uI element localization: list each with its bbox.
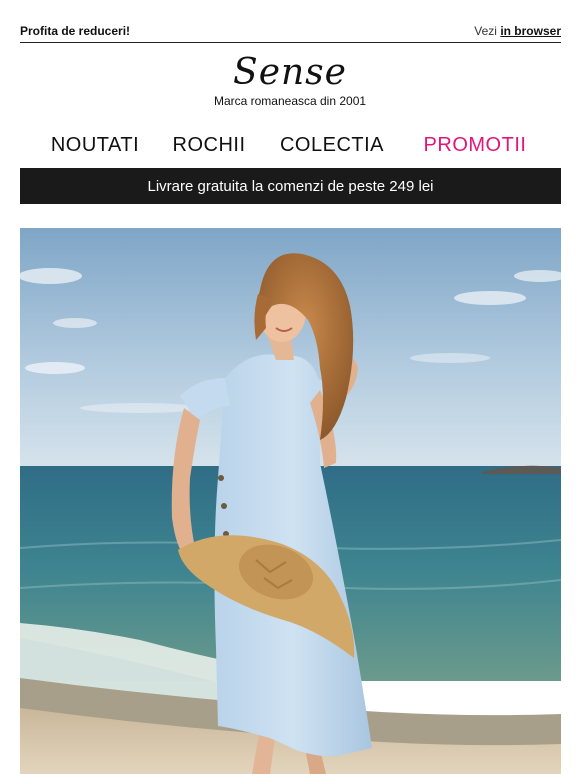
brand-header: Sense Marca romaneasca din 2001 bbox=[0, 52, 580, 108]
view-in-browser-link[interactable]: in browser bbox=[500, 24, 561, 38]
brand-tagline: Marca romaneasca din 2001 bbox=[213, 94, 367, 108]
nav-item-noutati[interactable]: NOUTATI bbox=[51, 133, 139, 157]
hero-beach-illustration bbox=[20, 228, 561, 774]
main-navigation: NOUTATI ROCHII COLECTIA PROMOTII bbox=[20, 133, 561, 159]
view-in-browser-prefix: Vezi bbox=[474, 24, 497, 38]
promo-link[interactable]: Profita de reduceri! bbox=[20, 24, 130, 38]
hero-image[interactable] bbox=[20, 228, 561, 774]
nav-item-rochii[interactable]: ROCHII bbox=[173, 133, 246, 157]
free-shipping-banner: Livrare gratuita la comenzi de peste 249… bbox=[20, 168, 561, 204]
view-in-browser: Vezi in browser bbox=[474, 24, 561, 38]
top-utility-bar: Profita de reduceri! Vezi in browser bbox=[20, 24, 561, 43]
free-shipping-text: Livrare gratuita la comenzi de peste 249… bbox=[147, 177, 434, 195]
nav-item-promotii[interactable]: PROMOTII bbox=[424, 133, 527, 157]
nav-item-colectia[interactable]: COLECTIA bbox=[280, 133, 384, 157]
brand-logo[interactable]: Sense bbox=[233, 52, 347, 94]
